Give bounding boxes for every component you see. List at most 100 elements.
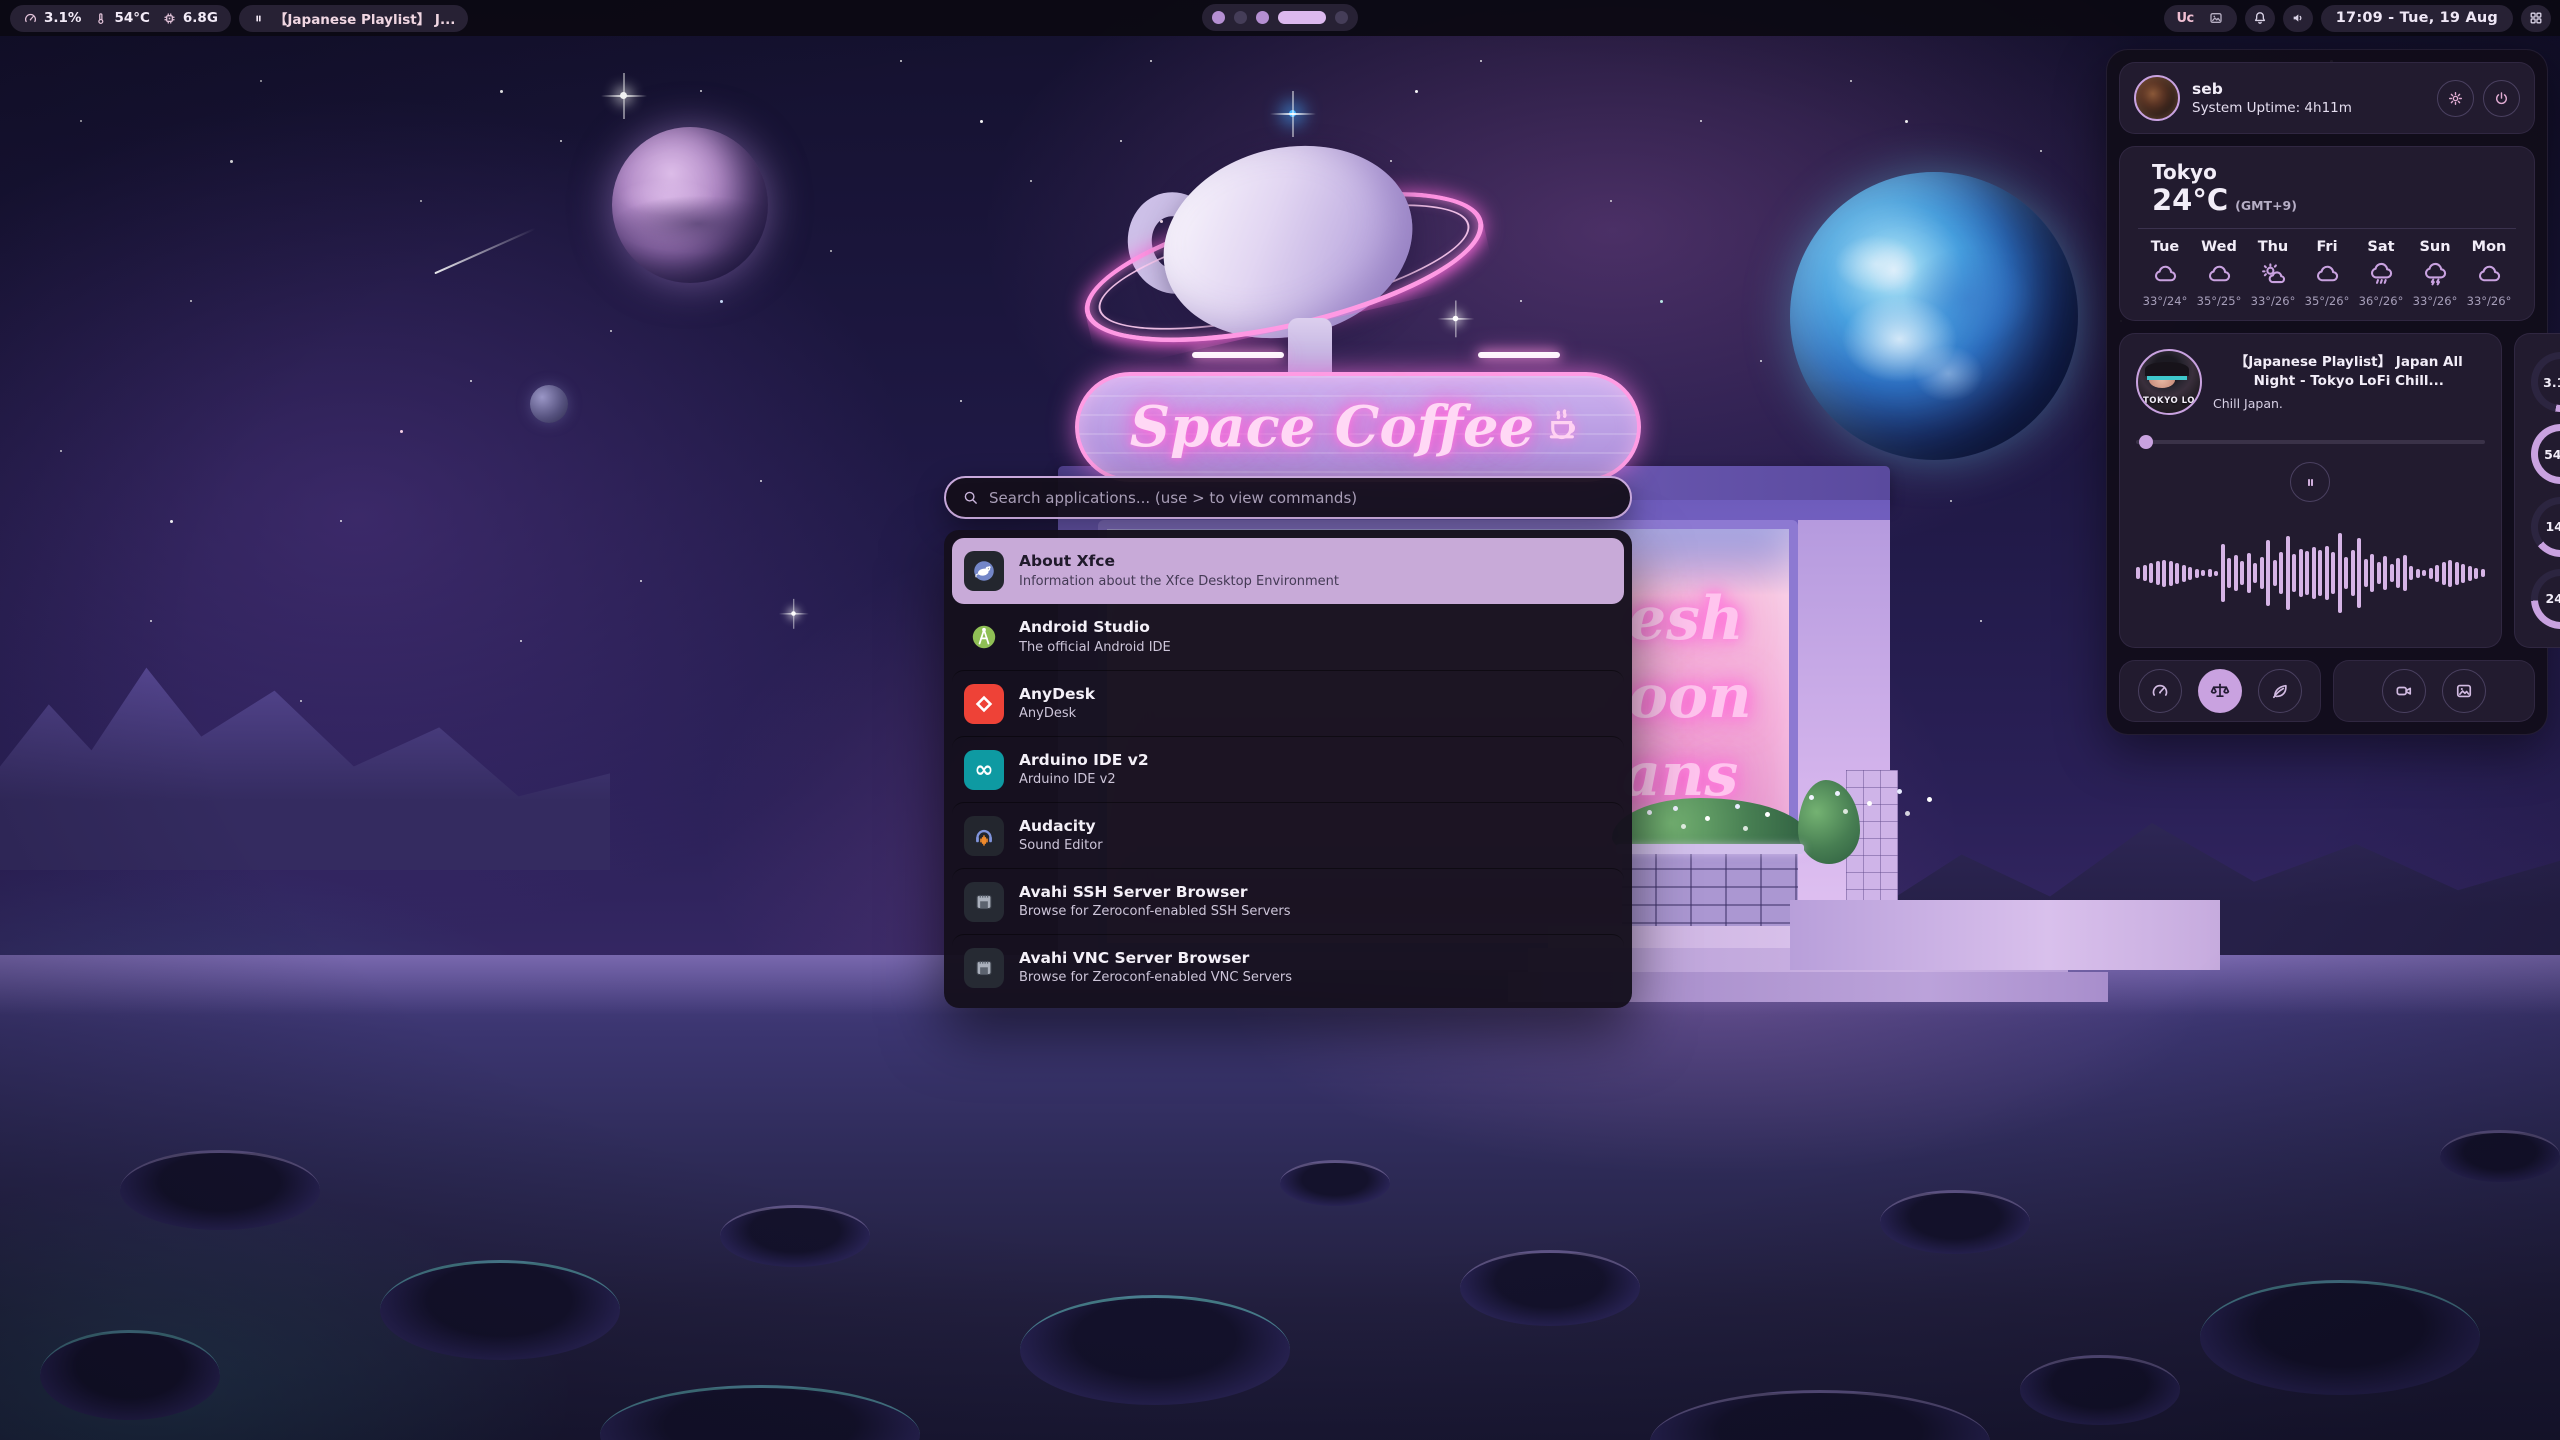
visualizer-bar xyxy=(2286,536,2290,610)
visualizer-bar xyxy=(2344,557,2348,589)
visualizer-bar xyxy=(2292,554,2296,592)
crater xyxy=(2020,1355,2180,1425)
track-title: 【Japanese Playlist】 Japan All Night - To… xyxy=(2213,353,2485,390)
clock[interactable]: 17:09 - Tue, 19 Aug xyxy=(2321,5,2513,32)
speedometer-icon xyxy=(2150,681,2170,701)
sign-text: Space Coffee xyxy=(1130,394,1535,460)
seek-track xyxy=(2136,440,2485,444)
forecast-temps: 33°/26° xyxy=(2413,294,2458,308)
forecast-day: Wed35°/25° xyxy=(2192,239,2246,308)
settings-button[interactable] xyxy=(2437,80,2474,117)
visualizer-bar xyxy=(2279,552,2283,594)
app-description: Browse for Zeroconf-enabled VNC Servers xyxy=(1019,970,1292,985)
power-button[interactable] xyxy=(2483,80,2520,117)
control-center-panel: seb System Uptime: 4h11m Tokyo 24°C (GMT… xyxy=(2106,49,2548,735)
workspace-dot-3[interactable] xyxy=(1256,11,1269,24)
forecast-day: Fri35°/26° xyxy=(2300,239,2354,308)
visualizer-bar xyxy=(2409,566,2413,580)
balanced-profile-button[interactable] xyxy=(2198,669,2242,713)
wallpaper-tray-icon[interactable] xyxy=(2208,10,2224,26)
visualizer-bar xyxy=(2214,571,2218,576)
now-playing-pill[interactable]: 【Japanese Playlist】 J... xyxy=(239,5,468,32)
visualizer-bar xyxy=(2331,552,2335,594)
system-gauge: 14% xyxy=(2531,497,2560,557)
screen-record-button[interactable] xyxy=(2382,669,2426,713)
power-icon xyxy=(2493,90,2510,107)
system-gauge: 54°C xyxy=(2531,424,2560,484)
app-text: About XfceInformation about the Xfce Des… xyxy=(1019,553,1339,589)
memory-stat: 6.8G xyxy=(162,10,218,26)
seek-bar[interactable] xyxy=(2136,435,2485,449)
visualizer-bar xyxy=(2234,555,2238,591)
system-uptime: System Uptime: 4h11m xyxy=(2192,100,2437,116)
weather-temperature: 24°C xyxy=(2152,183,2228,217)
app-row[interactable]: Avahi VNC Server BrowserBrowse for Zeroc… xyxy=(952,934,1624,1000)
visualizer-bar xyxy=(2377,562,2381,584)
workspace-dot-4[interactable] xyxy=(1278,11,1326,24)
desktop: esh oon ans Space Coffee xyxy=(0,0,2560,1440)
app-row[interactable]: About XfceInformation about the Xfce Des… xyxy=(952,538,1624,604)
visualizer-bar xyxy=(2247,553,2251,593)
weather-storm-icon xyxy=(2423,262,2448,287)
app-title: Audacity xyxy=(1019,818,1103,836)
crater xyxy=(1280,1160,1390,1206)
volume-button[interactable] xyxy=(2283,5,2313,32)
forecast-day-name: Sat xyxy=(2367,239,2394,255)
app-text: Arduino IDE v2Arduino IDE v2 xyxy=(1019,752,1149,788)
visualizer-bar xyxy=(2143,565,2147,581)
app-title: About Xfce xyxy=(1019,553,1339,571)
visualizer-bar xyxy=(2455,562,2459,585)
visualizer-bar xyxy=(2390,564,2394,582)
notifications-button[interactable] xyxy=(2245,5,2275,32)
visualizer-bar xyxy=(2325,546,2329,600)
tray-app-icon[interactable]: Uc xyxy=(2177,11,2194,26)
visualizer-bar xyxy=(2188,567,2192,580)
app-row[interactable]: AudacitySound Editor xyxy=(952,802,1624,868)
app-row[interactable]: Avahi SSH Server BrowserBrowse for Zeroc… xyxy=(952,868,1624,934)
gauge-value: 3.1% xyxy=(2531,352,2560,412)
pause-icon xyxy=(2303,475,2318,490)
search-bar[interactable] xyxy=(944,476,1632,519)
app-row[interactable]: Android StudioThe official Android IDE xyxy=(952,604,1624,670)
crater xyxy=(1880,1190,2030,1254)
visualizer-bar xyxy=(2318,550,2322,596)
pause-button[interactable] xyxy=(2290,462,2330,502)
system-tray[interactable]: Uc xyxy=(2164,5,2237,32)
workspace-indicator xyxy=(1202,4,1358,31)
seek-knob[interactable] xyxy=(2139,435,2153,449)
forecast-day-name: Mon xyxy=(2472,239,2507,255)
app-icon-xfce xyxy=(964,551,1004,591)
app-row[interactable]: AnyDeskAnyDesk xyxy=(952,670,1624,736)
chip-icon xyxy=(162,11,177,26)
screenshot-button[interactable] xyxy=(2442,669,2486,713)
overview-button[interactable] xyxy=(2521,5,2551,32)
forecast-day: Mon33°/26° xyxy=(2462,239,2516,308)
performance-profile-button[interactable] xyxy=(2138,669,2182,713)
coffee-cup-icon xyxy=(1544,406,1586,448)
system-stats-pill[interactable]: 3.1% 54°C 6.8G xyxy=(10,5,231,32)
crater xyxy=(1020,1295,1290,1405)
app-text: AudacitySound Editor xyxy=(1019,818,1103,854)
app-title: AnyDesk xyxy=(1019,686,1095,704)
visualizer-bar xyxy=(2461,564,2465,583)
leaf-icon xyxy=(2270,681,2290,701)
visualizer-bar xyxy=(2396,558,2400,588)
workspace-dot-2[interactable] xyxy=(1234,11,1247,24)
app-row[interactable]: ∞Arduino IDE v2Arduino IDE v2 xyxy=(952,736,1624,802)
app-icon-android xyxy=(964,617,1004,657)
workspace-dot-5[interactable] xyxy=(1335,11,1348,24)
workspace-dot-1[interactable] xyxy=(1212,11,1225,24)
divider xyxy=(2138,228,2516,229)
forecast-day: Sun 33°/26° xyxy=(2408,239,2462,308)
speedometer-icon xyxy=(23,11,38,26)
weather-city: Tokyo xyxy=(2152,161,2297,183)
powersaver-profile-button[interactable] xyxy=(2258,669,2302,713)
visualizer-bar xyxy=(2299,549,2303,597)
power-profiles-card xyxy=(2119,660,2321,722)
forecast-day-name: Sun xyxy=(2419,239,2450,255)
app-text: Avahi VNC Server BrowserBrowse for Zeroc… xyxy=(1019,950,1292,986)
visualizer-bar xyxy=(2201,570,2205,576)
visualizer-bar xyxy=(2305,551,2309,595)
search-input[interactable] xyxy=(989,489,1614,507)
app-title: Android Studio xyxy=(1019,619,1171,637)
